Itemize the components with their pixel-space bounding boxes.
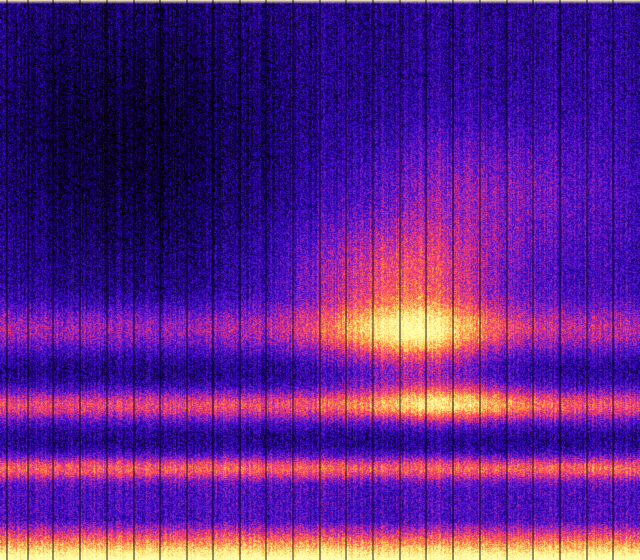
spectrogram-view — [0, 0, 640, 560]
vertical-gridlines — [6, 0, 614, 560]
